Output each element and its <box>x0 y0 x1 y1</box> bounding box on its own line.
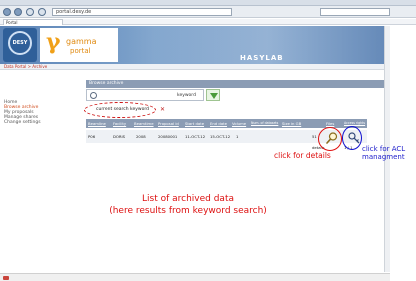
browser-search-field[interactable] <box>320 8 390 16</box>
search-go-button[interactable] <box>206 89 220 101</box>
search-row: keyword <box>86 89 221 101</box>
forward-icon[interactable] <box>14 8 22 16</box>
col-beamtime[interactable]: Beamtime <box>134 119 154 128</box>
annotation-list: List of archived data (here results from… <box>88 193 288 217</box>
col-start-date[interactable]: Start date <box>185 119 204 128</box>
col-proposal-id[interactable]: Proposal id <box>158 119 179 128</box>
portal-name-line1: gamma <box>66 37 97 46</box>
gamma-portal-logo[interactable]: γ gamma portal <box>40 28 118 62</box>
panel-title: Browse archive <box>89 81 124 86</box>
search-value: keyword <box>177 93 196 98</box>
remove-filter-icon[interactable]: ✕ <box>160 106 165 113</box>
cell-volume: 1 <box>236 134 239 139</box>
status-icon <box>3 276 9 280</box>
panel-header: Browse archive <box>86 80 384 88</box>
home-icon[interactable] <box>38 8 46 16</box>
left-navigation: Home Browse archive My proposals Manage … <box>4 100 84 125</box>
annotation-details: click for details <box>274 151 331 160</box>
browser-tab[interactable]: Portal <box>3 19 63 25</box>
col-volume[interactable]: Volume <box>232 119 246 128</box>
cell-size: 51 <box>312 134 317 139</box>
funnel-icon <box>210 93 218 99</box>
search-input[interactable]: keyword <box>86 89 204 101</box>
acl-highlight-circle <box>342 126 362 150</box>
annotation-list-line1: List of archived data <box>141 194 234 204</box>
col-facility[interactable]: Facility <box>113 119 126 128</box>
cell-facility: DORIS <box>113 134 126 139</box>
address-bar[interactable]: portal.desy.de <box>52 8 232 16</box>
breadcrumb[interactable]: Data Portal > Archive <box>4 64 47 70</box>
col-end-date[interactable]: End date <box>210 119 227 128</box>
cell-proposal-id: 20080001 <box>158 134 178 139</box>
desy-logo[interactable]: DESY <box>8 31 32 55</box>
back-icon[interactable] <box>3 8 11 16</box>
annotation-acl-line1: click for ACL <box>362 145 406 153</box>
search-icon <box>90 92 97 99</box>
col-num-datasets[interactable]: Num. of datasets <box>251 119 278 128</box>
cell-beamline: P06 <box>88 134 96 139</box>
col-size[interactable]: Size in GB <box>282 119 301 128</box>
annotation-acl: click for ACL managment <box>362 145 405 161</box>
col-beamline[interactable]: Beamline <box>88 119 106 128</box>
desy-logo-box: DESY <box>3 28 37 62</box>
browser-navbar: portal.desy.de <box>0 6 416 18</box>
breadcrumb-bar: Data Portal > Archive <box>0 64 384 70</box>
details-highlight-circle <box>318 127 342 151</box>
reload-icon[interactable] <box>26 8 34 16</box>
gamma-symbol: γ <box>46 29 61 55</box>
table-header: Beamline Facility Beamtime Proposal id S… <box>86 119 367 128</box>
screen: portal.desy.de Portal DESY γ gamma porta… <box>0 0 416 281</box>
annotation-list-line2: (here results from keyword search) <box>109 206 267 216</box>
status-bar <box>0 273 390 281</box>
portal-banner: DESY γ gamma portal HASYLAB <box>0 26 384 64</box>
active-filter-label: current search keyword <box>96 107 149 112</box>
cell-beamtime: 2008 <box>136 134 146 139</box>
tab-strip: Portal <box>0 19 416 25</box>
annotation-acl-line2: managment <box>362 153 405 161</box>
portal-name-line2: portal <box>70 47 91 55</box>
cell-end-date: 15-OCT-12 <box>210 134 231 139</box>
cell-start-date: 11-OCT-12 <box>185 134 206 139</box>
nav-item-settings[interactable]: Change settings <box>4 120 84 125</box>
hasylab-label: HASYLAB <box>240 54 284 62</box>
